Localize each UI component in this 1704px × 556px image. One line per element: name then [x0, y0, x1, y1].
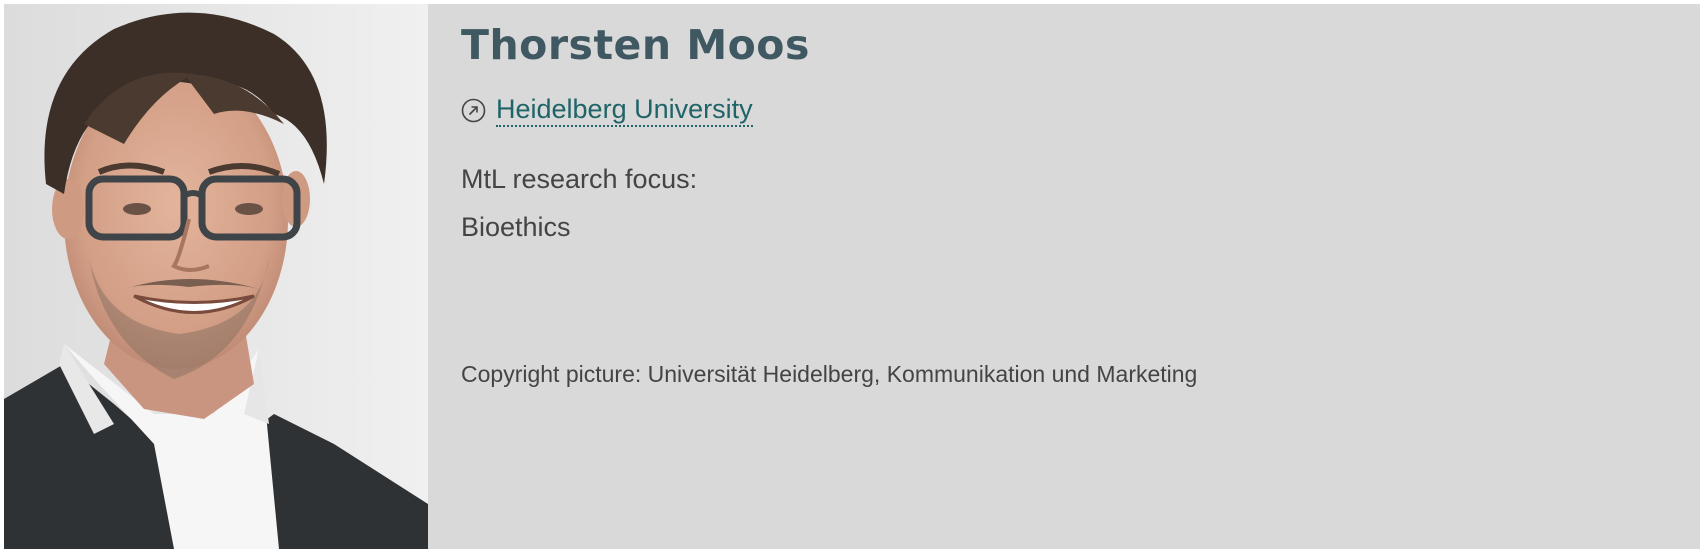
affiliation-link[interactable]: Heidelberg University	[496, 94, 753, 127]
research-focus-label: MtL research focus:	[461, 164, 698, 194]
external-link-circle-icon	[461, 98, 486, 123]
profile-photo	[4, 4, 428, 549]
profile-card: Thorsten Moos Heidelberg University MtL …	[4, 4, 1700, 549]
photo-copyright: Copyright picture: Universität Heidelber…	[461, 361, 1198, 387]
affiliation: Heidelberg University	[461, 94, 753, 127]
profile-info: Thorsten Moos Heidelberg University MtL …	[428, 4, 1700, 549]
research-focus-value: Bioethics	[461, 212, 571, 242]
person-name: Thorsten Moos	[461, 21, 810, 69]
